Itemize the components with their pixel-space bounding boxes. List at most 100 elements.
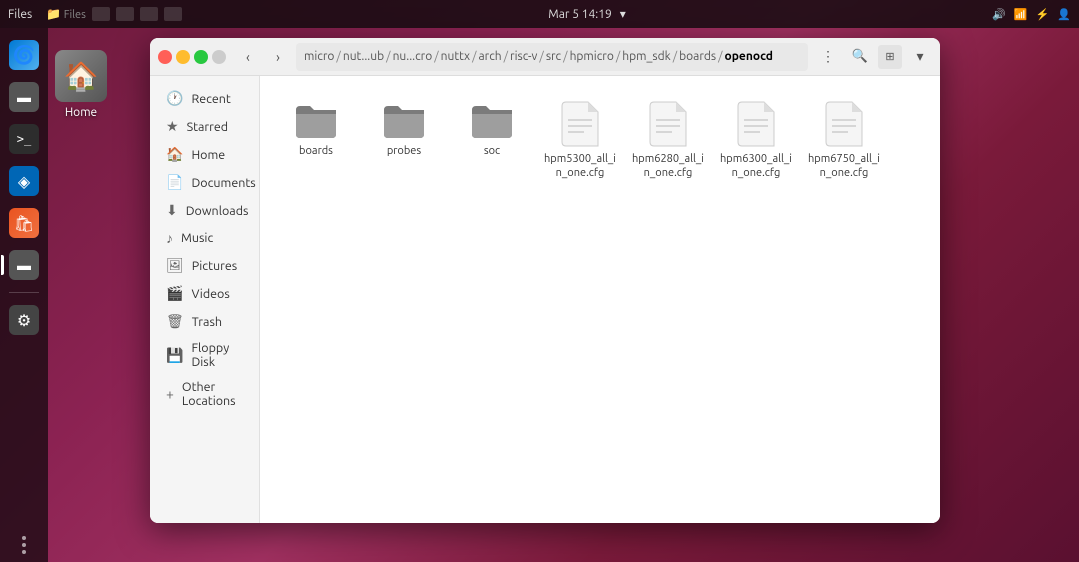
floppy-icon: 💾 <box>166 347 183 364</box>
sidebar-item-starred[interactable]: ★ Starred <box>154 113 255 140</box>
recent-label: Recent <box>191 92 230 106</box>
hpm6750-file-icon <box>824 100 864 148</box>
breadcrumb-nutub[interactable]: nut...ub <box>343 50 384 63</box>
probes-folder-icon <box>380 100 428 140</box>
dock-item-settings[interactable]: ⚙ <box>5 301 43 339</box>
downloads-icon: ⬇ <box>166 202 178 219</box>
file-item-hpm6300[interactable]: hpm6300_all_in_one.cfg <box>716 92 796 189</box>
starred-label: Starred <box>187 120 229 134</box>
hpm6750-label: hpm6750_all_in_one.cfg <box>808 152 880 181</box>
hpm6300-file-icon <box>736 100 776 148</box>
menu-dots-icon: ⋮ <box>821 48 835 65</box>
dock-item-edge[interactable]: 🌀 <box>5 36 43 74</box>
breadcrumb-nuttx[interactable]: nuttx <box>441 50 470 63</box>
dock-item-terminal[interactable]: >_ <box>5 120 43 158</box>
hpm5300-label: hpm5300_all_in_one.cfg <box>544 152 616 181</box>
boards-label: boards <box>299 144 333 158</box>
extra-button[interactable] <box>212 50 226 64</box>
sidebar: 🕐 Recent ★ Starred 🏠 Home 📄 Documents ⬇ … <box>150 76 260 523</box>
breadcrumb-arch[interactable]: arch <box>478 50 501 63</box>
view-mode-button[interactable]: ⊞ <box>878 45 902 69</box>
content-area: 🕐 Recent ★ Starred 🏠 Home 📄 Documents ⬇ … <box>150 76 940 523</box>
terminal-app-icon: >_ <box>9 124 39 154</box>
back-button[interactable]: ‹ <box>236 45 260 69</box>
sidebar-item-downloads[interactable]: ⬇ Downloads <box>154 197 255 224</box>
minimize-button[interactable] <box>176 50 190 64</box>
dock-dot-3 <box>22 550 26 554</box>
file-grid: boards probes <box>276 92 924 189</box>
breadcrumb-riscv[interactable]: risc-v <box>510 50 537 63</box>
documents-label: Documents <box>191 176 255 190</box>
breadcrumb-micro[interactable]: micro <box>304 50 334 63</box>
sidebar-item-recent[interactable]: 🕐 Recent <box>154 85 255 112</box>
file-item-boards[interactable]: boards <box>276 92 356 189</box>
sys-icon-3: ⚡ <box>1036 8 1050 21</box>
store-app-icon: 🛍 <box>9 208 39 238</box>
file-item-probes[interactable]: probes <box>364 92 444 189</box>
top-bar-left: Files 📁 Files <box>8 7 182 21</box>
file-item-hpm6280[interactable]: hpm6280_all_in_one.cfg <box>628 92 708 189</box>
sidebar-item-home[interactable]: 🏠 Home <box>154 141 255 168</box>
sidebar-item-documents[interactable]: 📄 Documents <box>154 169 255 196</box>
other-locations-label: Other Locations <box>182 380 243 408</box>
sidebar-item-music[interactable]: ♪ Music <box>154 225 255 251</box>
hpm6300-label: hpm6300_all_in_one.cfg <box>720 152 792 181</box>
sidebar-item-floppy[interactable]: 💾 Floppy Disk <box>154 336 255 374</box>
sys-power-btn[interactable]: 👤 <box>1057 8 1071 21</box>
top-bar-app-name[interactable]: 📁 Files <box>46 7 86 21</box>
breadcrumb-hpmsdk[interactable]: hpm_sdk <box>622 50 670 63</box>
dock-item-files[interactable]: ▬ <box>5 246 43 284</box>
starred-icon: ★ <box>166 118 179 135</box>
trash-label: Trash <box>192 315 222 329</box>
home-desktop-icon[interactable]: 🏠 Home <box>55 50 107 119</box>
close-button[interactable] <box>158 50 172 64</box>
sys-icon-2: 📶 <box>1014 8 1028 21</box>
forward-button[interactable]: › <box>266 45 290 69</box>
home-label: Home <box>191 148 225 162</box>
dock-separator <box>9 292 39 293</box>
file-item-hpm5300[interactable]: hpm5300_all_in_one.cfg <box>540 92 620 189</box>
menu-dots-button[interactable]: ⋮ <box>814 43 842 71</box>
breadcrumb-src[interactable]: src <box>546 50 561 63</box>
top-bar-btn-3[interactable] <box>140 7 158 21</box>
soc-folder-icon <box>468 100 516 140</box>
maximize-button[interactable] <box>194 50 208 64</box>
file-item-hpm6750[interactable]: hpm6750_all_in_one.cfg <box>804 92 884 189</box>
file-area: boards probes <box>260 76 940 523</box>
breadcrumb-nucro[interactable]: nu...cro <box>393 50 433 63</box>
activities-text: Files <box>8 8 32 21</box>
breadcrumb-current: openocd <box>725 50 773 63</box>
top-bar-btn-1[interactable] <box>92 7 110 21</box>
top-bar-center: Mar 5 14:19 ▾ <box>548 7 625 21</box>
vscode-app-icon: ◈ <box>9 166 39 196</box>
music-label: Music <box>181 231 213 245</box>
sidebar-item-trash[interactable]: 🗑 Trash <box>154 308 255 335</box>
file-item-soc[interactable]: soc <box>452 92 532 189</box>
top-bar-btn-2[interactable] <box>116 7 134 21</box>
home-sidebar-icon: 🏠 <box>166 146 183 163</box>
dock-item-store[interactable]: 🛍 <box>5 204 43 242</box>
search-button[interactable]: 🔍 <box>848 45 872 69</box>
breadcrumb-boards[interactable]: boards <box>679 50 716 63</box>
dock-dots <box>22 536 26 554</box>
view-grid-icon: ⊞ <box>885 50 894 63</box>
pictures-icon: 🖼 <box>166 257 184 274</box>
activities-label[interactable]: Files <box>8 8 32 21</box>
breadcrumb-hpmicro[interactable]: hpmicro <box>570 50 614 63</box>
forward-icon: › <box>276 49 280 65</box>
sys-icon-1: 🔊 <box>992 8 1006 21</box>
datetime-dropdown[interactable]: ▾ <box>620 7 626 21</box>
edge-app-icon: 🌀 <box>9 40 39 70</box>
dock: 🌀 ▬ >_ ◈ 🛍 ▬ ⚙ <box>0 28 48 562</box>
breadcrumb[interactable]: micro / nut...ub / nu...cro / nuttx / ar… <box>296 43 808 71</box>
recent-icon: 🕐 <box>166 90 183 107</box>
view-dropdown-button[interactable]: ▾ <box>908 45 932 69</box>
sidebar-item-videos[interactable]: 🎬 Videos <box>154 280 255 307</box>
sidebar-item-pictures[interactable]: 🖼 Pictures <box>154 252 255 279</box>
back-icon: ‹ <box>246 49 250 65</box>
dock-item-panel[interactable]: ▬ <box>5 78 43 116</box>
dock-item-vscode[interactable]: ◈ <box>5 162 43 200</box>
sidebar-item-other-locations[interactable]: + Other Locations <box>154 375 255 413</box>
datetime-display: Mar 5 14:19 <box>548 8 611 21</box>
top-bar-btn-4[interactable] <box>164 7 182 21</box>
